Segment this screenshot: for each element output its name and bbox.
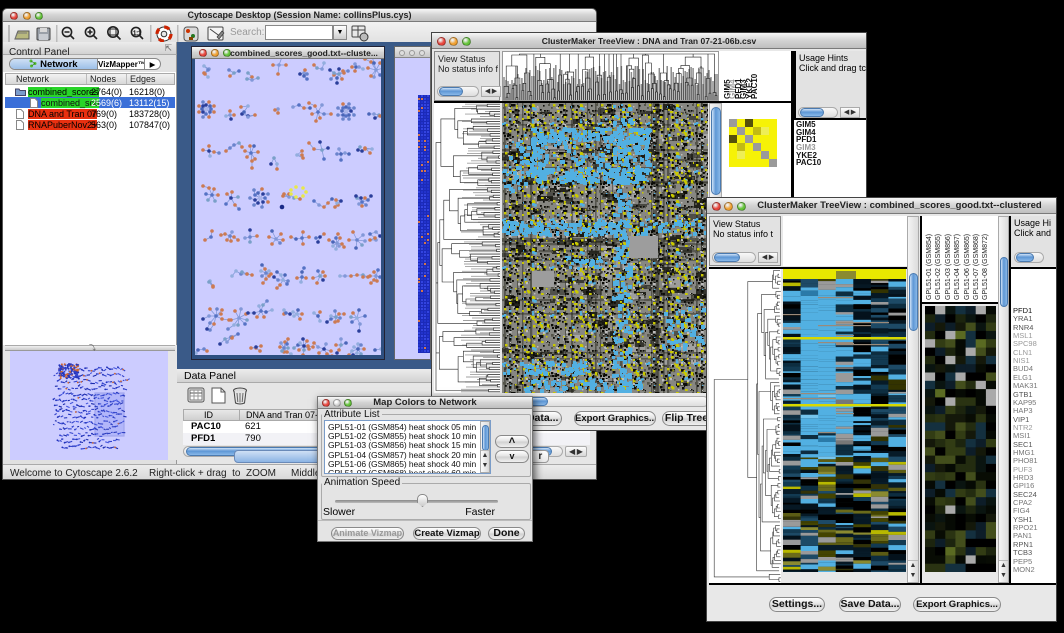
svg-text:1:1: 1:1: [133, 31, 142, 37]
